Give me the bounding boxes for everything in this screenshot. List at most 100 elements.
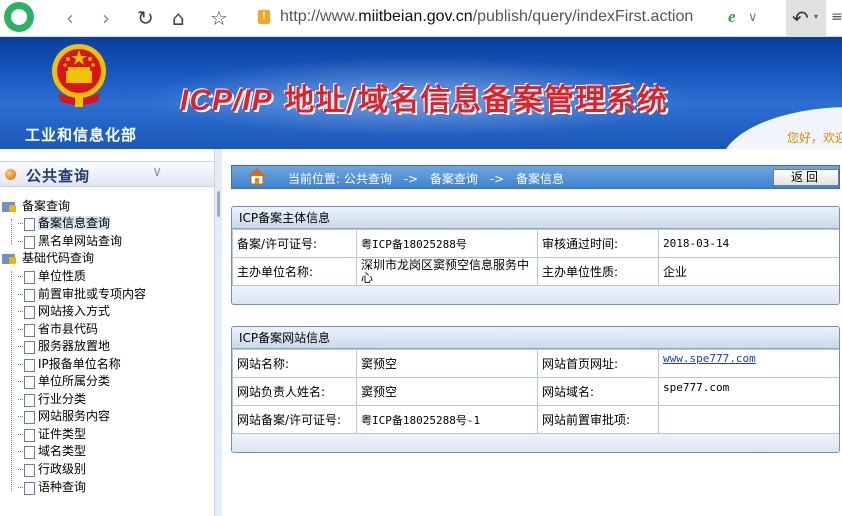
tree-item[interactable]: 语种查询 [18,478,86,496]
tree-item-filing-info[interactable]: 备案信息查询 [18,214,111,232]
field-label: 备案/许可证号: [232,229,357,258]
website-info-panel: ICP备案网站信息 网站名称: 窦预空 网站首页网址: www.spe777.c… [231,326,840,453]
breadcrumb-level2[interactable]: 备案查询 [430,172,478,186]
tree-item[interactable]: 行业分类 [18,390,86,408]
page-icon [18,235,35,249]
page-icon [18,428,35,442]
tree-item[interactable]: 服务器放置地 [18,337,110,355]
back-button[interactable]: 返回 [773,169,839,186]
menu-icon[interactable]: ≡ [831,9,842,25]
field-label: 网站前置审批项: [537,405,659,434]
sidebar-title: 公共查询 [26,167,91,185]
browser-toolbar: ‹ › ↻ ⌂ ☆ ! http://www.miitbeian.gov.cn/… [0,0,842,37]
field-label: 网站首页网址: [537,349,659,378]
tree-item-label: 域名类型 [38,444,87,458]
breadcrumb: 当前位置: 公共查询 -> 备案查询 -> 备案信息 返回 [231,165,840,189]
tree-line [11,219,12,245]
tree-group-base-codes[interactable]: 基础代码查询 [2,249,94,267]
system-title-en: ICP/IP [180,84,273,117]
tree-item[interactable]: 单位性质 [18,267,86,285]
tree-group-filing-query[interactable]: 备案查询 [2,197,70,215]
tree-item-label: 前置审批或专项内容 [38,287,147,301]
tree-item[interactable]: 网站服务内容 [18,407,110,425]
site-banner: 工业和信息化部 ICP/IP 地址/域名信息备案管理系统 您好，欢迎 [0,37,842,149]
orange-bullet-icon [5,169,16,180]
tree-group-label: 基础代码查询 [22,251,95,265]
page-icon [18,481,35,495]
page-icon [18,217,35,231]
table-row: 网站备案/许可证号: 粤ICP备18025288号-1 网站前置审批项: [232,405,839,434]
tree-item[interactable]: 单位所属分类 [18,372,110,390]
forward-arrow-icon[interactable]: › [102,6,110,30]
ministry-name: 工业和信息化部 [25,126,138,144]
field-label: 审核通过时间: [537,229,659,258]
welcome-text: 您好，欢迎 [787,131,842,145]
url-text[interactable]: http://www.miitbeian.gov.cn/publish/quer… [280,8,693,26]
entity-info-table: 备案/许可证号: 粤ICP备18025288号 审核通过时间: 2018-03-… [232,229,839,286]
tree-item-label: 网站接入方式 [38,304,111,318]
tree-item-label: IP报备单位名称 [38,357,121,371]
tree-item[interactable]: IP报备单位名称 [18,355,121,373]
chevron-down-icon[interactable]: ∨ [748,10,758,25]
main-content: 当前位置: 公共查询 -> 备案查询 -> 备案信息 返回 ICP备案主体信息 … [222,149,842,516]
tree-item[interactable]: 证件类型 [18,425,86,443]
tree-item[interactable]: 域名类型 [18,442,86,460]
table-row: 网站名称: 窦预空 网站首页网址: www.spe777.com [232,349,839,378]
page-icon [18,375,35,389]
tree-item[interactable]: 前置审批或专项内容 [18,285,146,303]
breadcrumb-separator: -> [403,172,419,186]
page-icon [18,323,35,337]
tree-item[interactable]: 省市县代码 [18,320,98,338]
page-icon [18,305,35,319]
security-warning-icon[interactable]: ! [258,10,270,24]
homepage-link[interactable]: www.spe777.com [658,349,839,378]
sidebar-splitter[interactable] [214,149,222,516]
panel-footer [232,286,839,304]
back-arrow-icon[interactable]: ‹ [66,6,74,30]
collapse-chevron-icon[interactable]: ∨ [152,164,162,180]
tree-item-label: 行政级别 [38,462,87,476]
sidebar-header[interactable]: 公共查询 ∨ [0,161,214,187]
sidebar: 公共查询 ∨ 备案查询 备案信息查询 黑名单网站查询 基础代码查询 单位性质 前… [0,149,222,516]
field-label: 网站负责人姓名: [232,377,357,406]
home-house-icon [248,168,266,185]
favorite-star-icon[interactable]: ☆ [210,6,228,30]
tree-line [11,271,12,491]
field-value: 窦预空 [356,349,538,378]
home-icon[interactable]: ⌂ [172,6,185,30]
page-icon [18,445,35,459]
tree-item-label: 证件类型 [38,427,87,441]
undo-button[interactable]: ↶ ▾ [786,0,826,37]
page-icon [18,410,35,424]
tree-item[interactable]: 行政级别 [18,460,86,478]
breadcrumb-separator: -> [489,172,505,186]
national-emblem-icon [52,44,106,107]
system-title: ICP/IP 地址/域名信息备案管理系统 [180,75,668,119]
entity-info-panel: ICP备案主体信息 备案/许可证号: 粤ICP备18025288号 审核通过时间… [231,206,840,305]
field-label: 主办单位名称: [232,257,357,286]
field-label: 网站备案/许可证号: [232,405,357,434]
tree-item-label: 服务器放置地 [38,339,111,353]
refresh-icon[interactable]: ↻ [137,6,154,30]
field-value: 2018-03-14 [658,229,839,258]
field-value: 粤ICP备18025288号 [356,229,538,258]
dropdown-arrow-icon: ▾ [814,12,819,21]
tree-item[interactable]: 网站接入方式 [18,302,110,320]
tree-group-label: 备案查询 [22,199,71,213]
browser-logo-icon[interactable] [4,2,34,32]
field-label: 网站名称: [232,349,357,378]
website-info-table: 网站名称: 窦预空 网站首页网址: www.spe777.com 网站负责人姓名… [232,349,839,434]
tree-item-label: 黑名单网站查询 [38,234,123,248]
table-row: 备案/许可证号: 粤ICP备18025288号 审核通过时间: 2018-03-… [232,229,839,258]
panel-title: ICP备案网站信息 [232,327,839,349]
page-icon [18,393,35,407]
field-label: 主办单位性质: [537,257,659,286]
address-bar[interactable]: ! http://www.miitbeian.gov.cn/publish/qu… [250,4,780,32]
tree-item-label: 行业分类 [38,392,87,406]
tree-item-label: 备案信息查询 [38,216,111,230]
table-row: 主办单位名称: 深圳市龙岗区窦预空信息服务中心 主办单位性质: 企业 [232,257,839,286]
ie-compat-icon[interactable]: e [728,7,736,27]
tree-item-blacklist[interactable]: 黑名单网站查询 [18,232,122,250]
breadcrumb-current: 当前位置: 公共查询 [288,172,392,186]
page-icon [18,358,35,372]
